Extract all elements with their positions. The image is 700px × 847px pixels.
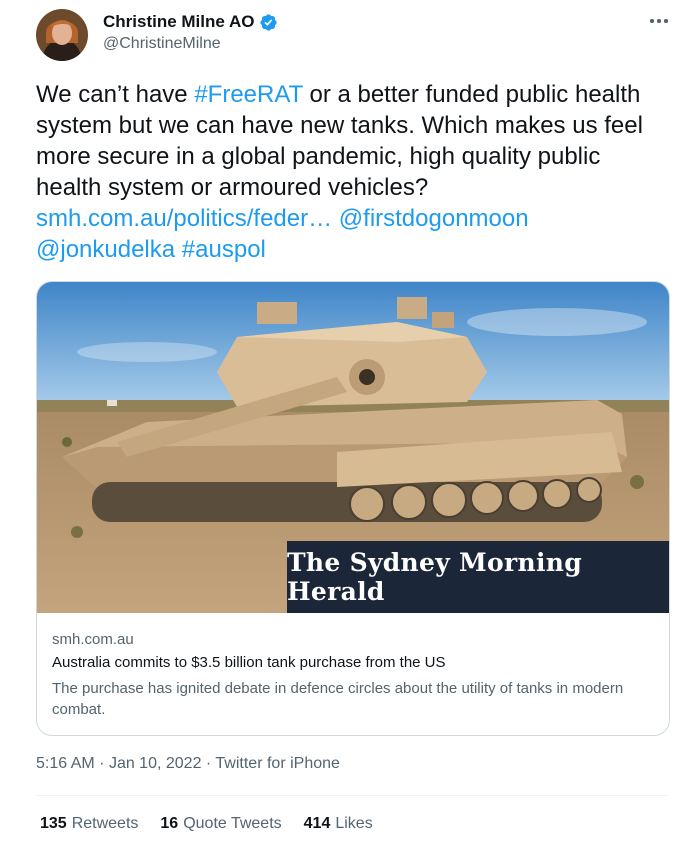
author-handle[interactable]: @ChristineMilne	[103, 35, 221, 53]
card-title: Australia commits to $3.5 billion tank p…	[52, 654, 446, 671]
engagement-stats: 135 Retweets 16 Quote Tweets 414 Likes	[40, 815, 395, 833]
card-domain: smh.com.au	[52, 631, 134, 648]
quote-tweets-stat[interactable]: 16 Quote Tweets	[160, 815, 281, 833]
verified-badge-icon	[259, 13, 278, 32]
meta-separator: ·	[205, 755, 212, 772]
quote-tweets-label: Quote Tweets	[183, 815, 282, 832]
retweets-count: 135	[40, 815, 67, 832]
article-link[interactable]: smh.com.au/politics/feder…	[36, 205, 332, 232]
link-preview-card[interactable]: The Sydney Morning Herald smh.com.au Aus…	[36, 281, 670, 736]
meta-separator: ·	[99, 755, 105, 772]
quote-tweets-count: 16	[160, 815, 179, 832]
tweet-source[interactable]: Twitter for iPhone	[215, 755, 340, 772]
tweet-time[interactable]: 5:16 AM	[36, 755, 95, 772]
author-avatar[interactable]	[36, 9, 88, 61]
retweets-label: Retweets	[71, 815, 139, 832]
masthead-text: The Sydney Morning Herald	[287, 548, 583, 606]
masthead-banner: The Sydney Morning Herald	[287, 541, 669, 613]
divider	[36, 795, 668, 796]
mention-firstdogonmoon-link[interactable]: @firstdogonmoon	[339, 205, 529, 232]
card-description: The purchase has ignited debate in defen…	[52, 680, 624, 718]
retweets-stat[interactable]: 135 Retweets	[40, 815, 138, 833]
likes-stat[interactable]: 414 Likes	[304, 815, 373, 833]
author-name-row[interactable]: Christine Milne AO	[103, 12, 278, 32]
tweet-text: We can’t have #FreeRAT or a better funde…	[36, 79, 666, 265]
likes-label: Likes	[335, 815, 373, 832]
tweet-date[interactable]: Jan 10, 2022	[109, 755, 202, 772]
tweet-meta: 5:16 AM · Jan 10, 2022 · Twitter for iPh…	[36, 755, 340, 773]
hashtag-freerat-link[interactable]: #FreeRAT	[194, 81, 302, 108]
author-name[interactable]: Christine Milne AO	[103, 12, 254, 32]
tweet-text-part: We can’t have	[36, 81, 195, 108]
hashtag-auspol-link[interactable]: #auspol	[182, 236, 266, 263]
likes-count: 414	[303, 815, 331, 832]
more-options-icon[interactable]	[648, 11, 670, 31]
mention-jonkudelka-link[interactable]: @jonkudelka	[36, 236, 175, 263]
